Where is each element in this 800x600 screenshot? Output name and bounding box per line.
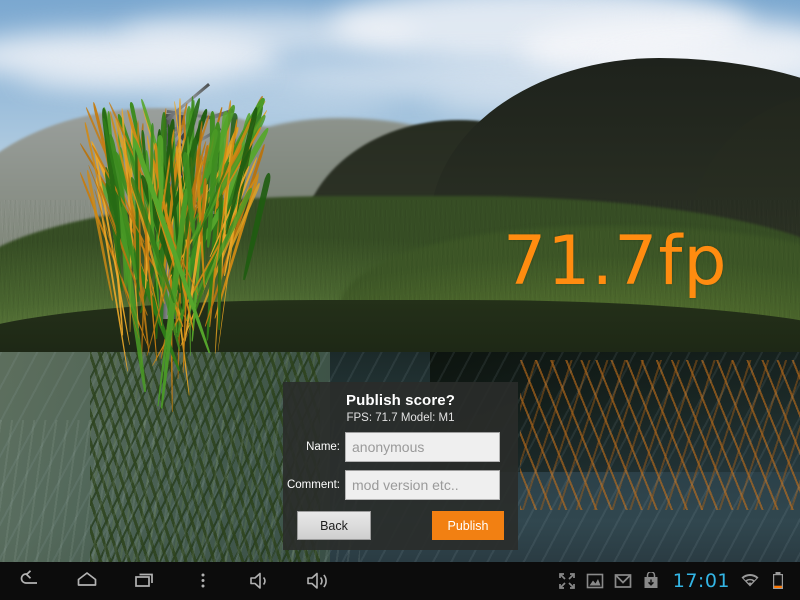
back-button[interactable]: Back (297, 511, 371, 540)
recents-icon[interactable] (116, 562, 174, 600)
back-icon[interactable] (0, 562, 58, 600)
battery-low-icon[interactable] (764, 562, 792, 600)
status-icons: 17:01 (553, 562, 800, 600)
gmail-icon[interactable] (609, 562, 637, 600)
name-field-label: Name: (306, 441, 340, 453)
nav-buttons (0, 562, 348, 600)
name-field-row: Name: anonymous (283, 432, 518, 462)
volume-up-icon[interactable] (290, 562, 348, 600)
dialog-subtitle: FPS: 71.7 Model: M1 (346, 412, 455, 424)
publish-score-dialog: Publish score? FPS: 71.7 Model: M1 Name:… (283, 382, 518, 550)
volume-down-icon[interactable] (232, 562, 290, 600)
home-icon[interactable] (58, 562, 116, 600)
publish-button[interactable]: Publish (432, 511, 504, 540)
dialog-button-row: Back Publish (283, 511, 518, 540)
overflow-menu-icon[interactable] (174, 562, 232, 600)
wifi-icon[interactable] (736, 562, 764, 600)
fullscreen-icon[interactable] (553, 562, 581, 600)
comment-field-label: Comment: (286, 479, 340, 491)
comment-field-row: Comment: mod version etc.. (283, 470, 518, 500)
willow-tree (55, 18, 325, 412)
download-icon[interactable] (637, 562, 665, 600)
android-navigation-bar: 17:01 (0, 562, 800, 600)
dialog-title: Publish score? (346, 392, 455, 409)
android-screen: 71.7fp Publish score? FPS: 71.7 Model: M… (0, 0, 800, 600)
screenshot-icon[interactable] (581, 562, 609, 600)
clock: 17:01 (672, 570, 730, 592)
fps-counter: 71.7fp (503, 222, 728, 301)
comment-input[interactable]: mod version etc.. (345, 470, 500, 500)
name-input[interactable]: anonymous (345, 432, 500, 462)
